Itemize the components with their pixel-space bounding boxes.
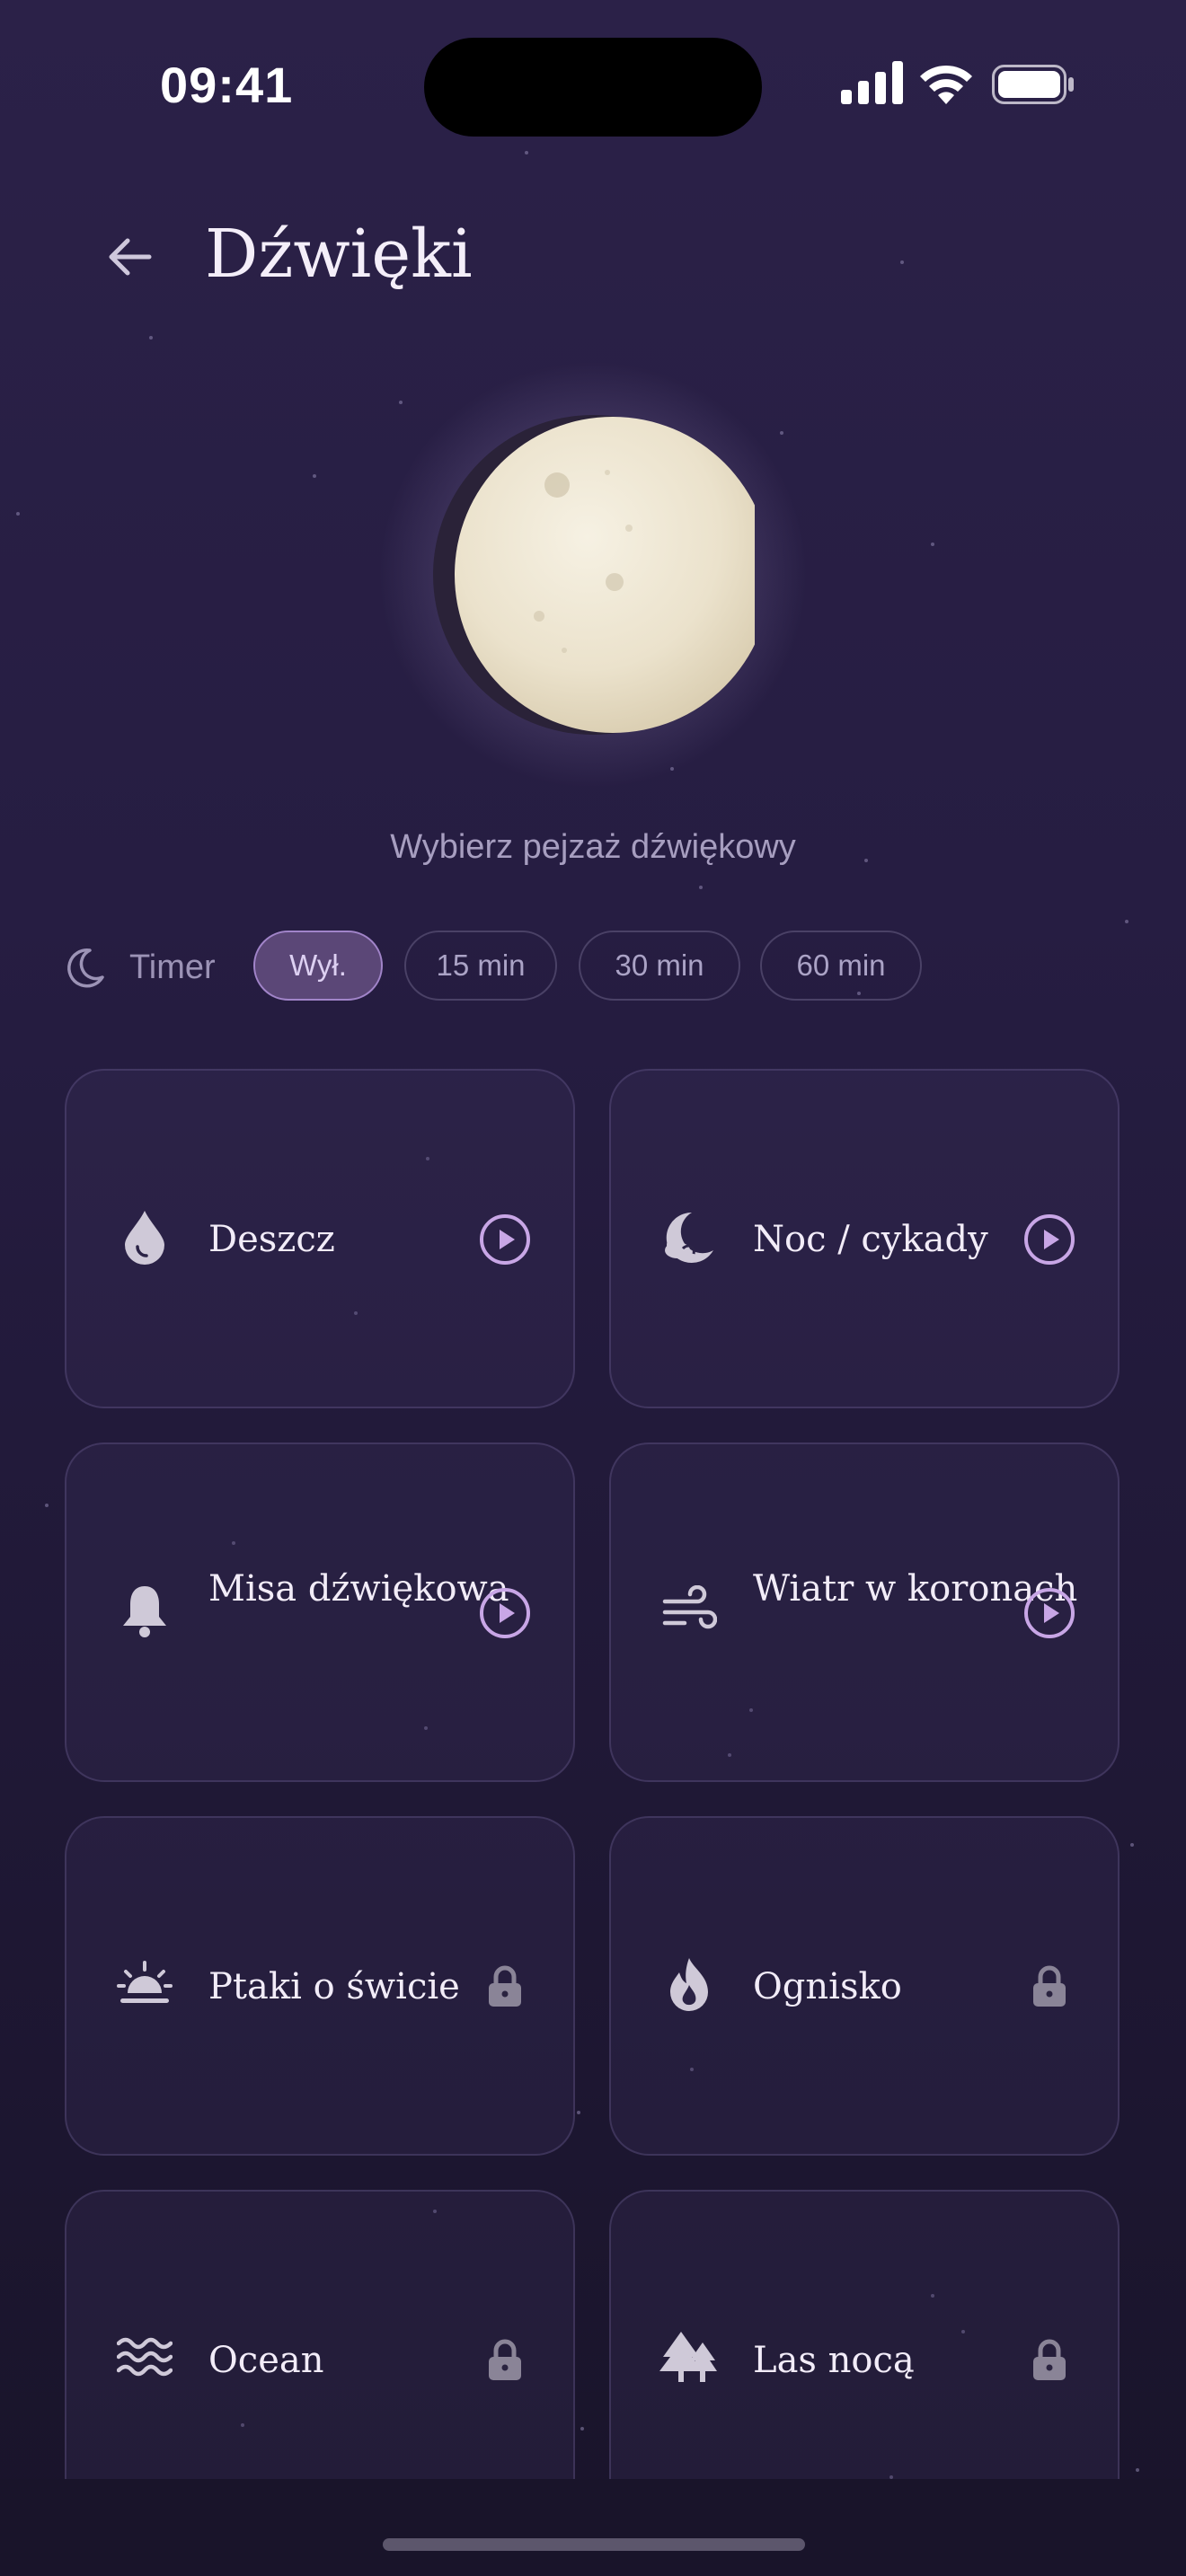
play-button[interactable] [478,1213,532,1266]
lock-icon [1022,1960,1076,2014]
home-indicator[interactable] [383,2538,805,2551]
arrow-left-icon [109,238,152,276]
wifi-icon [920,65,972,104]
play-button[interactable] [478,1586,532,1640]
sunrise-icon [113,1953,176,2016]
status-time: 09:41 [160,57,294,113]
sound-label: Ocean [208,2340,324,2381]
play-icon [480,1214,530,1265]
sound-label: Misa dźwiękowa [208,1568,509,1610]
timer-option-off[interactable]: Wył. [253,931,383,1001]
play-icon [1024,1588,1075,1638]
sound-label: Ognisko [753,1966,902,2007]
sound-card-misa[interactable]: Misa dźwiękowa [65,1442,575,1782]
back-button[interactable] [97,225,162,289]
header: Dźwięki [0,198,1186,323]
flame-icon [658,1953,721,2016]
timer-label: Timer [129,948,216,986]
lock-icon [478,1960,532,2014]
play-icon [1024,1214,1075,1265]
battery-icon [992,65,1074,104]
subtitle: Wybierz pejzaż dźwiękowy [390,828,796,866]
sound-card-wiatr[interactable]: Wiatr w koronach [609,1442,1120,1782]
moon-illustration [377,359,809,790]
status-bar: 09:41 [0,0,1186,171]
page-title: Dźwięki [205,216,473,293]
bell-icon [113,1579,176,1642]
sound-card-noc-cykady[interactable]: Noc / cykady [609,1069,1120,1408]
sound-label: Deszcz [208,1219,335,1260]
moon-icon [67,948,104,988]
timer-row: Timer Wył. 15 min 30 min 60 min [63,931,1141,1002]
play-icon [480,1588,530,1638]
sound-card-ognisko[interactable]: Ognisko [609,1816,1120,2156]
timer-option-15[interactable]: 15 min [404,931,557,1001]
trees-icon [658,2326,721,2389]
sound-label: Ptaki o świcie [208,1966,460,2007]
lock-icon [1022,2333,1076,2387]
timer-option-30[interactable]: 30 min [579,931,740,1001]
play-button[interactable] [1022,1213,1076,1266]
raindrop-icon [113,1205,176,1268]
wind-icon [658,1579,721,1642]
waves-icon [113,2326,176,2389]
play-button[interactable] [1022,1586,1076,1640]
moon-cloud-icon [658,1205,721,1268]
bottom-bar [0,2479,1186,2576]
cellular-signal-icon [841,61,903,104]
lock-icon [478,2333,532,2387]
sound-card-deszcz[interactable]: Deszcz [65,1069,575,1408]
sound-label: Noc / cykady [753,1219,988,1260]
timer-option-60[interactable]: 60 min [760,931,922,1001]
dynamic-island [424,38,762,137]
sound-label: Las nocą [753,2340,915,2381]
sound-card-ptaki[interactable]: Ptaki o świcie [65,1816,575,2156]
